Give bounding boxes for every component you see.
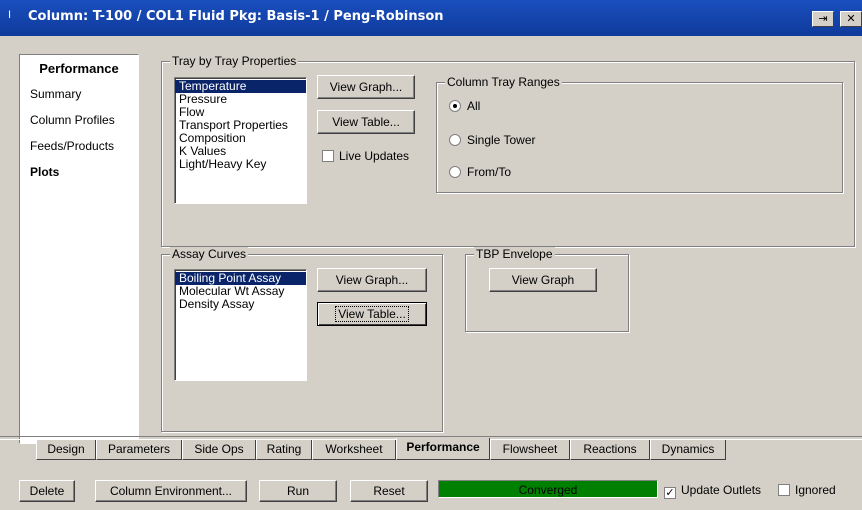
checkbox-check-icon: ✓ xyxy=(664,487,676,499)
tab-flowsheet[interactable]: Flowsheet xyxy=(490,440,570,460)
pin-icon[interactable]: ⇥ xyxy=(812,11,834,27)
run-button[interactable]: Run xyxy=(259,480,337,502)
tbp-view-graph-button[interactable]: View Graph xyxy=(489,268,597,292)
status-bar: Converged xyxy=(438,480,658,498)
radio-all[interactable]: All xyxy=(449,98,480,114)
checkbox-box xyxy=(322,150,334,162)
radio-single-tower[interactable]: Single Tower xyxy=(449,132,535,148)
tab-worksheet[interactable]: Worksheet xyxy=(312,440,396,460)
tbp-envelope-group: TBP Envelope xyxy=(465,247,629,332)
list-item-density-assay[interactable]: Density Assay xyxy=(175,298,306,311)
radio-dot xyxy=(449,134,461,146)
tray-ranges-legend: Column Tray Ranges xyxy=(445,75,562,89)
sidebar-item-column-profiles[interactable]: Column Profiles xyxy=(20,107,138,133)
sidebar-item-summary[interactable]: Summary xyxy=(20,81,138,107)
radio-from-to-label: From/To xyxy=(467,165,512,179)
assay-view-graph-button[interactable]: View Graph... xyxy=(317,268,427,292)
checkbox-box xyxy=(778,484,790,496)
column-window: Performance Summary Column Profiles Feed… xyxy=(0,36,862,510)
tab-rating[interactable]: Rating xyxy=(256,440,312,460)
tab-performance[interactable]: Performance xyxy=(396,438,490,460)
radio-dot xyxy=(449,100,461,112)
tray-properties-legend: Tray by Tray Properties xyxy=(170,54,299,68)
radio-dot xyxy=(449,166,461,178)
radio-all-label: All xyxy=(467,99,481,113)
tray-view-table-button[interactable]: View Table... xyxy=(317,110,415,134)
performance-sidebar: Performance Summary Column Profiles Feed… xyxy=(19,54,139,444)
update-outlets-label: Update Outlets xyxy=(681,483,762,497)
update-outlets-checkbox[interactable]: ✓ Update Outlets xyxy=(664,482,762,499)
tray-view-graph-button[interactable]: View Graph... xyxy=(317,75,415,99)
list-item-light-heavy-key[interactable]: Light/Heavy Key xyxy=(175,158,306,171)
column-environment-button[interactable]: Column Environment... xyxy=(95,480,247,502)
title-bar: I Column: T-100 / COL1 Fluid Pkg: Basis-… xyxy=(0,0,862,36)
tab-parameters[interactable]: Parameters xyxy=(96,440,182,460)
tray-property-list[interactable]: Temperature Pressure Flow Transport Prop… xyxy=(174,77,307,204)
sidebar-item-plots[interactable]: Plots xyxy=(20,159,138,185)
sidebar-header: Performance xyxy=(39,61,119,76)
reset-button[interactable]: Reset xyxy=(350,480,428,502)
tab-side-ops[interactable]: Side Ops xyxy=(182,440,256,460)
live-updates-checkbox[interactable]: Live Updates xyxy=(322,148,409,164)
tab-reactions[interactable]: Reactions xyxy=(570,440,650,460)
tab-dynamics[interactable]: Dynamics xyxy=(650,440,726,460)
assay-view-table-button[interactable]: View Table... xyxy=(317,302,427,326)
tbp-envelope-legend: TBP Envelope xyxy=(474,247,555,261)
assay-view-table-label: View Table... xyxy=(335,306,409,322)
close-icon[interactable]: ✕ xyxy=(840,11,862,27)
ignored-checkbox[interactable]: Ignored xyxy=(778,482,836,498)
live-updates-label: Live Updates xyxy=(339,149,410,163)
window-title: Column: T-100 / COL1 Fluid Pkg: Basis-1 … xyxy=(28,9,444,24)
sidebar-item-feeds-products[interactable]: Feeds/Products xyxy=(20,133,138,159)
app-icon: I xyxy=(8,9,12,21)
assay-curve-list[interactable]: Boiling Point Assay Molecular Wt Assay D… xyxy=(174,269,307,381)
assay-curves-legend: Assay Curves xyxy=(170,247,249,261)
ignored-label: Ignored xyxy=(795,483,836,497)
tab-design[interactable]: Design xyxy=(36,440,96,460)
radio-from-to[interactable]: From/To xyxy=(449,164,511,180)
radio-single-tower-label: Single Tower xyxy=(467,133,536,147)
delete-button[interactable]: Delete xyxy=(19,480,75,502)
